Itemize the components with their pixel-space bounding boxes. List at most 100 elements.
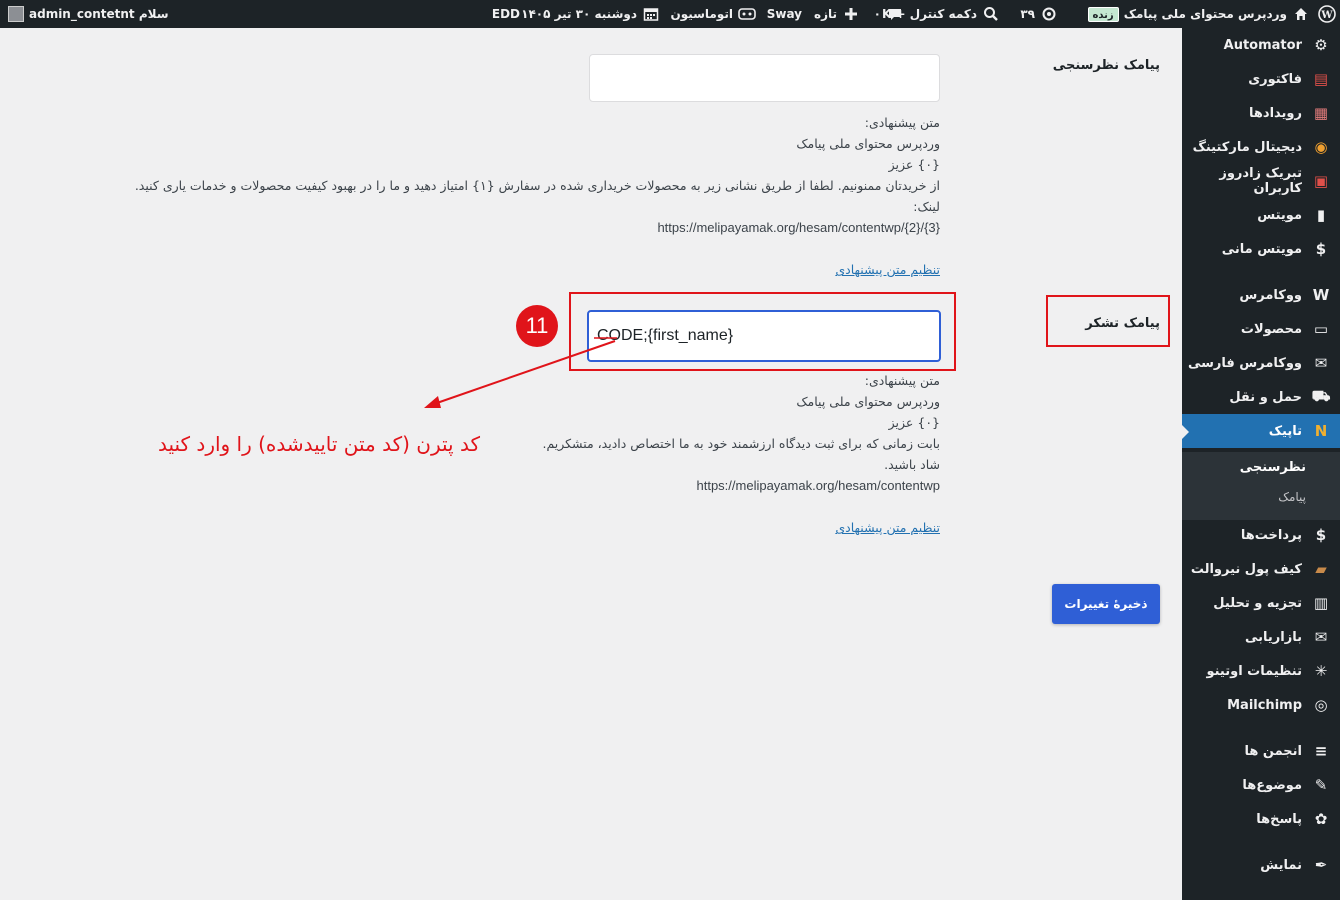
- suggested-url: https://melipayamak.org/hesam/contentwp: [696, 478, 940, 493]
- woo-persian-icon: ✉: [1314, 354, 1328, 372]
- sway-menu[interactable]: Sway: [767, 0, 802, 28]
- sidebar-item[interactable]: ▦ رویدادها: [1182, 96, 1340, 130]
- marketing-icon: ✉: [1314, 628, 1328, 646]
- wallet-icon: ▰: [1315, 560, 1327, 578]
- sidebar-item-label: تبریک زادروز کاربران: [1219, 166, 1302, 196]
- megaphone-circle-icon: ◉: [1314, 138, 1328, 156]
- sidebar-item[interactable]: ✉ ووکامرس فارسی: [1182, 346, 1340, 380]
- truck-icon: ⛟: [1311, 387, 1331, 405]
- calendar-icon: [642, 5, 660, 23]
- wp-logo-menu[interactable]: W: [1318, 0, 1336, 28]
- sidebar-item-label: رویدادها: [1249, 105, 1302, 121]
- suggested-line: {۰} عزیز: [888, 415, 940, 430]
- sidebar-item[interactable]: ▮ مویتس: [1182, 198, 1340, 232]
- sidebar-item-label: مویتس مانی: [1221, 241, 1302, 257]
- avatar: [8, 6, 24, 22]
- automation-menu[interactable]: اتوماسیون: [670, 0, 756, 28]
- products-icon: ▭: [1313, 320, 1329, 338]
- updates-menu[interactable]: ۳۹: [1020, 0, 1058, 28]
- sidebar-item-label: پرداخت‌ها: [1240, 527, 1302, 543]
- sidebar-item-label: ووکامرس فارسی: [1187, 355, 1302, 371]
- mailchimp-icon: ◎: [1314, 696, 1328, 714]
- suggested-title: متن پیشنهادی:: [864, 373, 940, 388]
- sidebar-item[interactable]: ✳ تنظیمات اوتینو: [1182, 654, 1340, 688]
- dollar-icon: $: [1315, 240, 1327, 258]
- suggested-line: از خریدتان ممنونیم. لطفا از طریق نشانی ز…: [134, 178, 940, 193]
- edd-label: EDD: [491, 7, 520, 21]
- date-label: دوشنبه ۳۰ تیر ۱۴۰۵: [521, 7, 637, 21]
- suggested-line: لینک:: [913, 199, 940, 214]
- robot-icon: ⚙: [1314, 36, 1328, 54]
- sidebar-item-label: تجزیه و تحلیل: [1213, 595, 1302, 611]
- comments-menu[interactable]: ۰: [874, 0, 904, 28]
- sidebar-item[interactable]: ✒ نمایش: [1182, 848, 1340, 882]
- submenu-item-sms[interactable]: پیامک: [1182, 490, 1340, 504]
- save-changes-button[interactable]: ذخیرهٔ تغییرات: [1052, 584, 1160, 624]
- admin-bar: W وردپرس محتوای ملی پیامک زنده ۳۹ دکمه ک…: [0, 0, 1340, 28]
- sidebar-item-label: Mailchimp: [1227, 697, 1302, 713]
- automation-label: اتوماسیون: [670, 7, 733, 21]
- birthday-icon: ▣: [1313, 172, 1329, 190]
- sidebar-item[interactable]: ⚙ Automator: [1182, 28, 1340, 62]
- greeting: سلام admin_contetnt: [29, 7, 169, 21]
- sidebar-item[interactable]: ✿ پاسخ‌ها: [1182, 802, 1340, 836]
- updates-icon: [1040, 5, 1058, 23]
- edd-menu[interactable]: EDD: [492, 0, 520, 28]
- sidebar-item[interactable]: ▣ تبریک زادروز کاربران: [1182, 164, 1340, 198]
- sway-label: Sway: [766, 7, 802, 21]
- sidebar-item-label: بازاریابی: [1245, 629, 1302, 645]
- sidebar-item-label: کیف پول نیروالت: [1190, 561, 1302, 577]
- sidebar-item-label: تنظیمات اوتینو: [1206, 663, 1302, 679]
- sidebar-item-label: نمایش: [1260, 857, 1302, 873]
- topic-icon: N: [1314, 422, 1328, 440]
- sidebar-item-label: Automator: [1223, 37, 1302, 53]
- phone-icon: ▮: [1316, 206, 1326, 224]
- my-account-menu[interactable]: سلام admin_contetnt: [8, 0, 169, 28]
- sidebar-item[interactable]: ◉ دیجیتال مارکتینگ: [1182, 130, 1340, 164]
- survey-sms-label: پیامک نظرسنجی: [1052, 58, 1160, 73]
- survey-sms-input[interactable]: [589, 54, 940, 102]
- survey-set-suggested-link[interactable]: تنظیم متن پیشنهادی: [835, 262, 940, 277]
- sidebar-item[interactable]: ≡ انجمن ها: [1182, 734, 1340, 768]
- comments-count: ۰: [873, 7, 881, 21]
- sidebar-item-label: مویتس: [1257, 207, 1302, 223]
- thanks-sms-input[interactable]: [587, 310, 941, 362]
- sidebar-item[interactable]: ▰ کیف پول نیروالت: [1182, 552, 1340, 586]
- thanks-set-suggested-link[interactable]: تنظیم متن پیشنهادی: [835, 520, 940, 535]
- replies-icon: ✿: [1314, 810, 1328, 828]
- sidebar-item[interactable]: ◎ Mailchimp: [1182, 688, 1340, 722]
- admin-sidebar: ⚙ Automator ▤ فاکتوری ▦ رویدادها ◉ دیجیتال مارک…: [1181, 28, 1340, 900]
- submenu-item-survey[interactable]: نظرسنجی: [1182, 460, 1340, 475]
- new-content-label: تازه: [813, 7, 837, 21]
- sidebar-item[interactable]: ▭ محصولات: [1182, 312, 1340, 346]
- sidebar-item[interactable]: $ پرداخت‌ها: [1182, 518, 1340, 552]
- sidebar-item[interactable]: ▥ تجزیه و تحلیل: [1182, 586, 1340, 620]
- sidebar-item[interactable]: ✎ موضوع‌ها: [1182, 768, 1340, 802]
- suggested-line: وردپرس محتوای ملی پیامک: [796, 136, 940, 151]
- calendar-icon: ▦: [1313, 104, 1329, 122]
- sidebar-item-label: پاسخ‌ها: [1256, 811, 1302, 827]
- sidebar-item-label: تاپیک: [1268, 423, 1302, 439]
- site-name-menu[interactable]: وردپرس محتوای ملی پیامک زنده: [1087, 0, 1311, 28]
- invoice-icon: ▤: [1313, 70, 1329, 88]
- new-content-menu[interactable]: تازه: [814, 0, 860, 28]
- plus-icon: [842, 5, 860, 23]
- sidebar-item-label: فاکتوری: [1248, 71, 1302, 87]
- sidebar-item-label: ووکامرس: [1239, 287, 1302, 303]
- updates-count: ۳۹: [1020, 7, 1035, 21]
- sidebar-item[interactable]: W ووکامرس: [1182, 278, 1340, 312]
- comment-icon: [886, 5, 904, 23]
- settings-icon: ✳: [1314, 662, 1328, 680]
- annotation-text: کد پترن (کد متن تاییدشده) را وارد کنید: [157, 432, 480, 456]
- sidebar-item[interactable]: $ مویتس مانی: [1182, 232, 1340, 266]
- sidebar-item[interactable]: N تاپیک: [1181, 414, 1340, 448]
- thanks-sms-label: پیامک تشکر: [1085, 316, 1160, 331]
- sidebar-item-label: محصولات: [1240, 321, 1302, 337]
- sidebar-item[interactable]: ✉ بازاریابی: [1182, 620, 1340, 654]
- sidebar-item[interactable]: ▤ فاکتوری: [1182, 62, 1340, 96]
- live-badge: زنده: [1087, 6, 1119, 22]
- sidebar-item[interactable]: ⛟ حمل و نقل: [1182, 380, 1340, 414]
- topic-submenu: نظرسنجی پیامک: [1182, 452, 1340, 520]
- date-menu[interactable]: دوشنبه ۳۰ تیر ۱۴۰۵: [521, 0, 660, 28]
- suggested-line: {۰} عزیز: [888, 157, 940, 172]
